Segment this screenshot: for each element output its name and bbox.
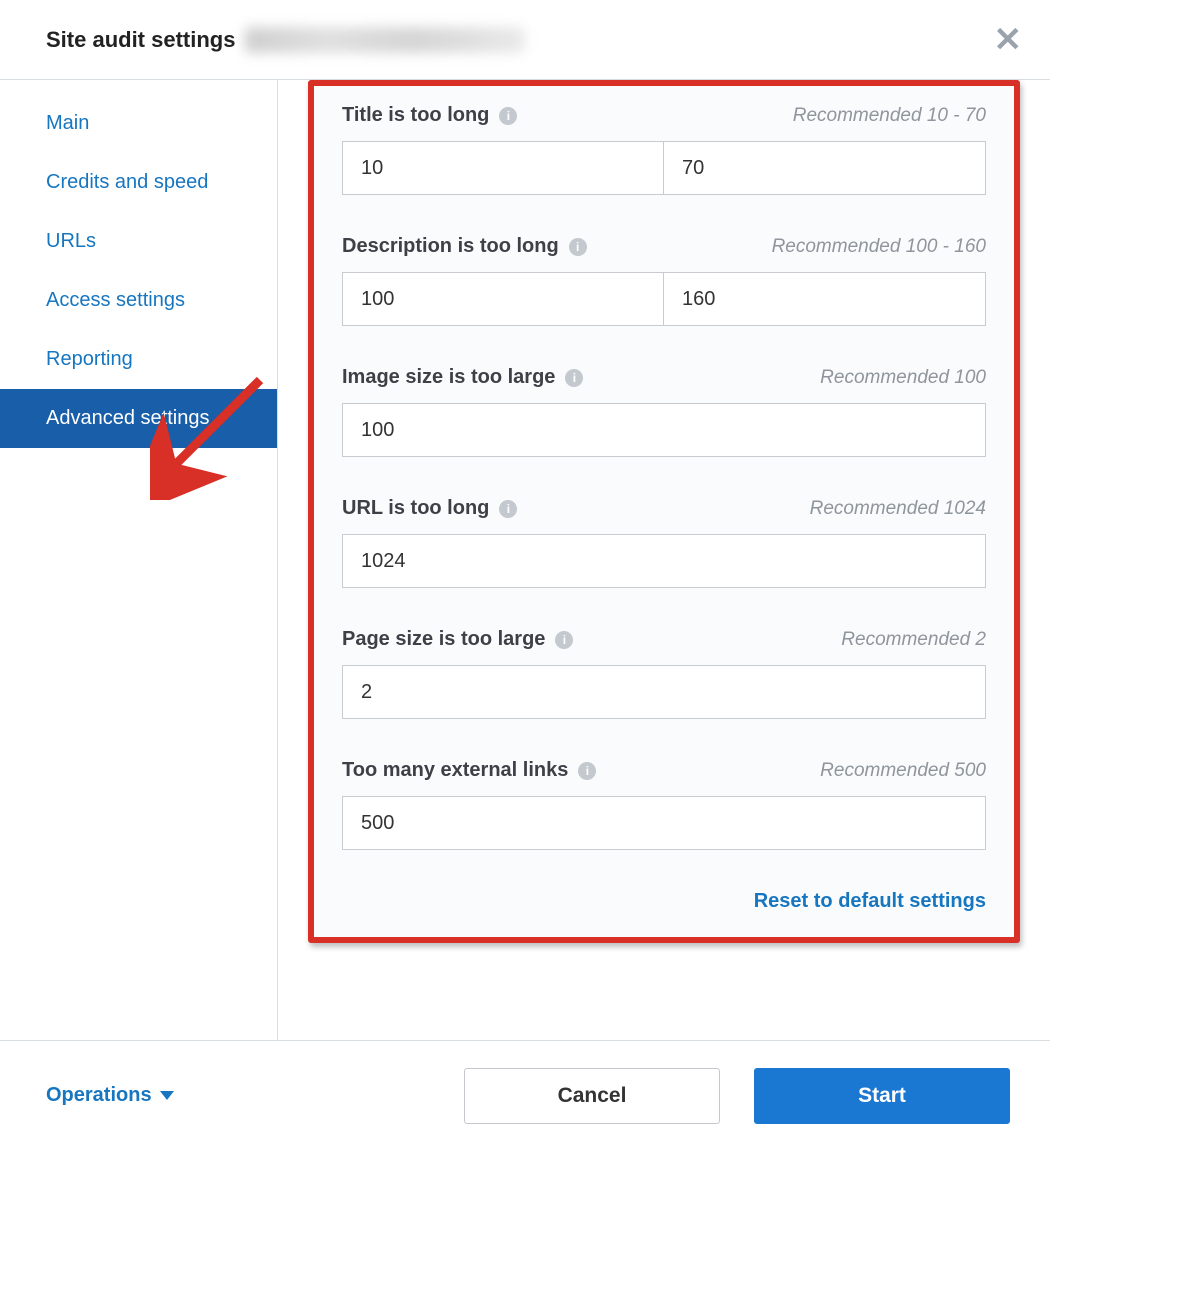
modal-subtitle-redacted — [245, 27, 525, 53]
sidebar-item-advanced-settings[interactable]: Advanced settings — [0, 389, 277, 448]
field-page-size: Page size is too large i Recommended 2 — [342, 628, 986, 719]
operations-dropdown[interactable]: Operations — [46, 1084, 174, 1107]
info-icon[interactable]: i — [555, 631, 573, 649]
title-max-input[interactable] — [664, 141, 986, 195]
title-min-input[interactable] — [342, 141, 664, 195]
field-input-row — [342, 665, 986, 719]
field-input-row — [342, 796, 986, 850]
field-image-size: Image size is too large i Recommended 10… — [342, 366, 986, 457]
url-length-input[interactable] — [342, 534, 986, 588]
modal-frame: Site audit settings ✕ Main Credits and s… — [0, 0, 1050, 1150]
field-label-row: Too many external links i Recommended 50… — [342, 759, 986, 782]
field-input-row — [342, 534, 986, 588]
reset-to-default-link[interactable]: Reset to default settings — [342, 890, 986, 913]
chevron-down-icon — [160, 1091, 174, 1100]
operations-label: Operations — [46, 1084, 152, 1107]
description-min-input[interactable] — [342, 272, 664, 326]
field-label-row: Title is too long i Recommended 10 - 70 — [342, 104, 986, 127]
field-label-text: URL is too long — [342, 497, 489, 520]
sidebar-item-reporting[interactable]: Reporting — [0, 330, 277, 389]
start-button[interactable]: Start — [754, 1068, 1010, 1124]
field-label-text: Title is too long — [342, 104, 489, 127]
field-external-links: Too many external links i Recommended 50… — [342, 759, 986, 850]
external-links-input[interactable] — [342, 796, 986, 850]
field-label: Image size is too large i — [342, 366, 583, 389]
sidebar-item-label: URLs — [46, 230, 96, 252]
field-recommended: Recommended 500 — [820, 760, 986, 782]
main-panel: Title is too long i Recommended 10 - 70 — [278, 80, 1050, 1040]
sidebar-item-access-settings[interactable]: Access settings — [0, 271, 277, 330]
sidebar-item-main[interactable]: Main — [0, 94, 277, 153]
field-recommended: Recommended 1024 — [810, 498, 986, 520]
field-input-row — [342, 272, 986, 326]
settings-highlight-box: Title is too long i Recommended 10 - 70 — [308, 80, 1020, 943]
field-recommended: Recommended 2 — [841, 629, 986, 651]
sidebar-item-label: Credits and speed — [46, 171, 208, 193]
modal-body: Main Credits and speed URLs Access setti… — [0, 80, 1050, 1040]
info-icon[interactable]: i — [569, 238, 587, 256]
sidebar-item-label: Access settings — [46, 289, 185, 311]
field-input-row — [342, 141, 986, 195]
field-label: URL is too long i — [342, 497, 517, 520]
field-description-too-long: Description is too long i Recommended 10… — [342, 235, 986, 326]
field-label-row: Description is too long i Recommended 10… — [342, 235, 986, 258]
sidebar-item-label: Reporting — [46, 348, 133, 370]
modal-header: Site audit settings ✕ — [0, 0, 1050, 80]
close-icon[interactable]: ✕ — [994, 23, 1023, 57]
field-url-too-long: URL is too long i Recommended 1024 — [342, 497, 986, 588]
modal-footer: Operations Cancel Start — [0, 1040, 1050, 1150]
field-label-text: Image size is too large — [342, 366, 555, 389]
field-label-row: Image size is too large i Recommended 10… — [342, 366, 986, 389]
field-recommended: Recommended 100 - 160 — [772, 236, 986, 258]
image-size-input[interactable] — [342, 403, 986, 457]
field-label: Page size is too large i — [342, 628, 573, 651]
sidebar-item-label: Advanced settings — [46, 407, 209, 429]
field-input-row — [342, 403, 986, 457]
sidebar-item-label: Main — [46, 112, 89, 134]
info-icon[interactable]: i — [499, 107, 517, 125]
info-icon[interactable]: i — [578, 762, 596, 780]
page-size-input[interactable] — [342, 665, 986, 719]
field-label-text: Too many external links — [342, 759, 568, 782]
sidebar-item-urls[interactable]: URLs — [0, 212, 277, 271]
description-max-input[interactable] — [664, 272, 986, 326]
field-label: Title is too long i — [342, 104, 517, 127]
field-label-text: Page size is too large — [342, 628, 545, 651]
sidebar-item-credits-speed[interactable]: Credits and speed — [0, 153, 277, 212]
field-label: Description is too long i — [342, 235, 587, 258]
field-label-row: URL is too long i Recommended 1024 — [342, 497, 986, 520]
info-icon[interactable]: i — [499, 500, 517, 518]
field-label-text: Description is too long — [342, 235, 559, 258]
modal-title: Site audit settings — [46, 27, 235, 53]
info-icon[interactable]: i — [565, 369, 583, 387]
field-label-row: Page size is too large i Recommended 2 — [342, 628, 986, 651]
sidebar: Main Credits and speed URLs Access setti… — [0, 80, 278, 1040]
field-recommended: Recommended 100 — [820, 367, 986, 389]
cancel-button[interactable]: Cancel — [464, 1068, 720, 1124]
field-label: Too many external links i — [342, 759, 596, 782]
field-recommended: Recommended 10 - 70 — [793, 105, 986, 127]
field-title-too-long: Title is too long i Recommended 10 - 70 — [342, 104, 986, 195]
